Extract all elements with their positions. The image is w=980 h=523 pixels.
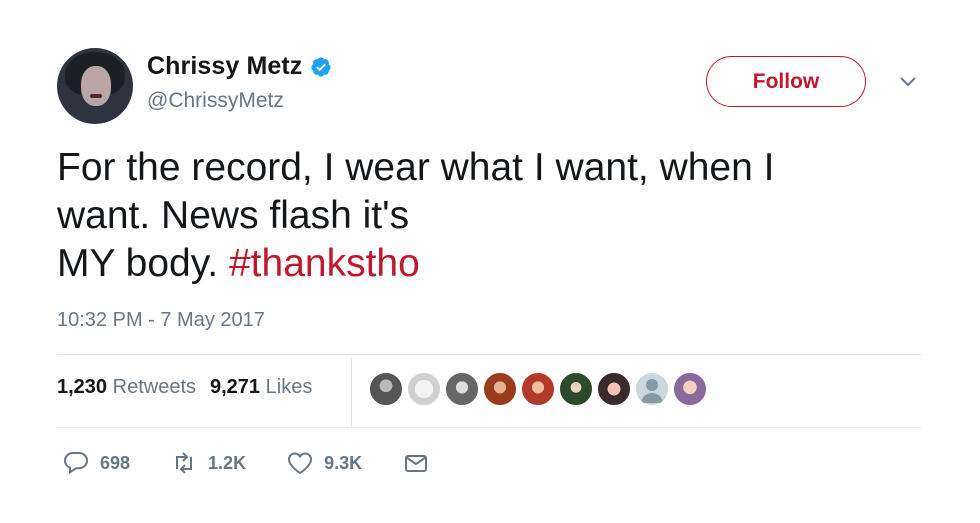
liker-avatars bbox=[368, 371, 708, 407]
stats-separator bbox=[351, 357, 352, 427]
hashtag-link[interactable]: #thankstho bbox=[229, 242, 420, 285]
reply-count: 698 bbox=[100, 452, 131, 473]
like-count: 9.3K bbox=[324, 452, 363, 473]
retweets-stat[interactable]: 1,230 Retweets bbox=[57, 376, 196, 399]
liker-avatar[interactable] bbox=[520, 371, 556, 407]
likes-count: 9,271 bbox=[210, 376, 261, 398]
liker-avatar[interactable] bbox=[558, 371, 594, 407]
tweet-line-2: want. News flash it's bbox=[57, 194, 410, 237]
default-avatar-icon bbox=[641, 379, 663, 403]
profile-avatar[interactable] bbox=[57, 48, 133, 124]
user-name-row: Chrissy Metz bbox=[147, 52, 332, 81]
likes-label: Likes bbox=[265, 376, 313, 398]
divider-bottom bbox=[57, 427, 921, 428]
likes-stat[interactable]: 9,271 Likes bbox=[210, 376, 312, 399]
follow-button[interactable]: Follow bbox=[706, 56, 866, 107]
divider-top bbox=[57, 354, 921, 355]
retweets-count: 1,230 bbox=[57, 376, 108, 398]
tweet-line-3: MY body. #thankstho bbox=[57, 240, 917, 288]
tweet-timestamp[interactable]: 10:32 PM - 7 May 2017 bbox=[57, 309, 265, 332]
liker-avatar[interactable] bbox=[444, 371, 480, 407]
reply-button[interactable]: 698 bbox=[62, 449, 130, 477]
display-name[interactable]: Chrissy Metz bbox=[147, 52, 302, 81]
verified-badge-icon bbox=[311, 56, 332, 77]
heart-icon bbox=[288, 452, 313, 475]
retweets-label: Retweets bbox=[112, 376, 196, 398]
tweet-text: For the record, I wear what I want, when… bbox=[57, 144, 917, 288]
like-button[interactable]: 9.3K bbox=[286, 449, 362, 477]
liker-avatar[interactable] bbox=[634, 371, 670, 407]
retweet-count: 1.2K bbox=[208, 452, 247, 473]
liker-avatar[interactable] bbox=[368, 371, 404, 407]
direct-message-button[interactable] bbox=[402, 449, 430, 477]
message-icon bbox=[405, 455, 428, 472]
tweet-line-3-text: MY body. bbox=[57, 242, 229, 285]
liker-avatar[interactable] bbox=[672, 371, 708, 407]
tweet-line-1: For the record, I wear what I want, when… bbox=[57, 146, 775, 189]
chevron-down-icon[interactable] bbox=[899, 76, 917, 88]
liker-avatar[interactable] bbox=[596, 371, 632, 407]
reply-icon bbox=[63, 452, 89, 475]
tweet-stats: 1,230 Retweets 9,271 Likes bbox=[57, 376, 312, 399]
liker-avatar[interactable] bbox=[482, 371, 518, 407]
tweet-actions: 698 1.2K 9.3K bbox=[62, 449, 470, 477]
retweet-icon bbox=[176, 452, 193, 474]
user-handle[interactable]: @ChrissyMetz bbox=[147, 89, 284, 113]
retweet-button[interactable]: 1.2K bbox=[170, 449, 246, 477]
liker-avatar[interactable] bbox=[406, 371, 442, 407]
